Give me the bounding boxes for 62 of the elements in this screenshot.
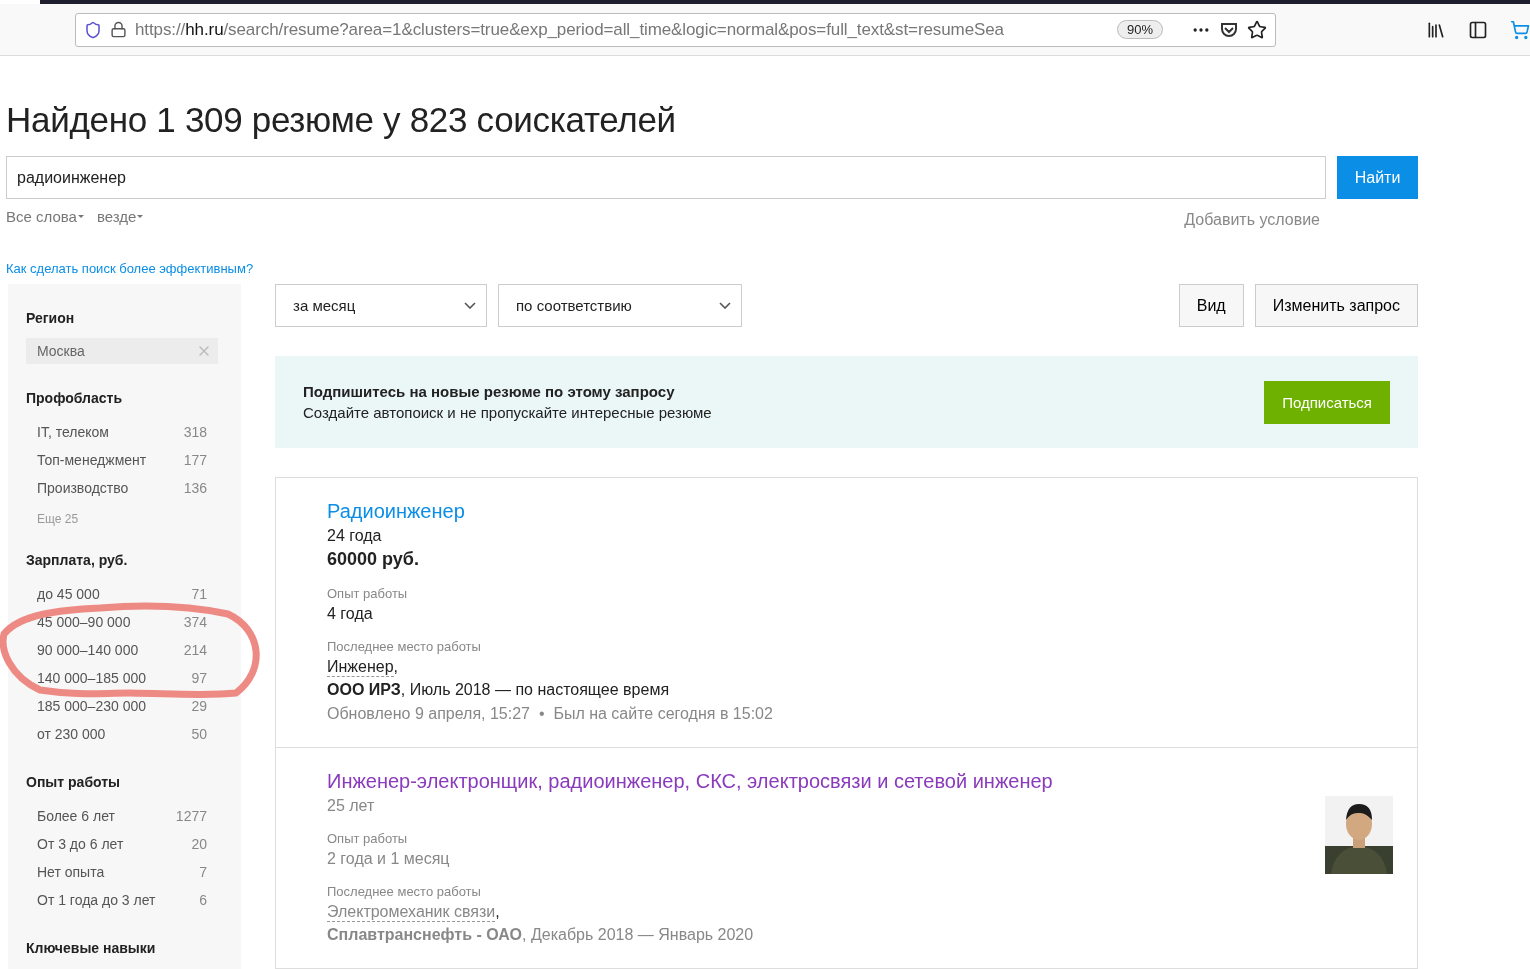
caret-icon (136, 213, 145, 219)
lock-icon (110, 21, 127, 38)
filter-title: Ключевые навыки (26, 940, 157, 956)
age-text: 25 лет (327, 797, 376, 815)
filter-item[interactable]: 185 000–230 000 29 (26, 692, 207, 720)
shield-icon[interactable] (84, 20, 102, 39)
filter-item[interactable]: 90 000–140 000 214 (26, 636, 207, 664)
zoom-badge[interactable]: 90% (1116, 20, 1163, 39)
filter-item[interactable]: от 230 000 50 (26, 720, 207, 748)
experience-text: 2 года и 1 месяц (327, 850, 451, 868)
filter-item[interactable]: От 1 года до 3 лет 6 (26, 886, 207, 914)
region-tag[interactable]: Москва (26, 338, 218, 364)
filter-item[interactable]: до 45 000 71 (26, 580, 207, 608)
resume-title-link[interactable]: Инженер-электронщик, радиоинженер, СКС, электросвязи и сетевой инженер (327, 770, 1053, 793)
age-text: 24 года (327, 527, 383, 545)
help-link[interactable]: Как сделать поиск более эффективным? (6, 261, 1530, 276)
filter-item[interactable]: Производство 136 (26, 474, 207, 502)
comma-text: , (393, 658, 399, 677)
chevron-down-icon (464, 302, 476, 309)
position-link[interactable]: Электромеханик связи (327, 903, 496, 922)
caret-icon (76, 213, 85, 219)
filter-item[interactable]: Топ-менеджмент 177 (26, 446, 207, 474)
field-label: Последнее место работы (327, 884, 482, 899)
toolbar-button[interactable]: Вид (1178, 284, 1244, 327)
filter-title: Регион (26, 310, 76, 326)
separator-text: • (538, 705, 545, 722)
filter-title: Опыт работы (26, 774, 122, 790)
salary-text: 60000 руб. (327, 549, 420, 570)
filter-item[interactable]: 45 000–90 000 374 (26, 608, 207, 636)
experience-text: 4 года (327, 605, 374, 623)
address-bar[interactable]: https://hh.ru/search/resume?area=1&clusters=true&exp_period=all_time&logic=normal&pos=full_text&st=resumeSea 90% (75, 12, 1276, 47)
sidebar-icon[interactable] (1468, 19, 1488, 40)
url-text: https://hh.ru/search/resume?area=1&clusters=true&exp_period=all_time&logic=normal&pos=full_text&st=resumeSea (135, 19, 1005, 40)
sort-dropdown[interactable]: по соответствию (498, 284, 742, 327)
filter-item[interactable]: 140 000–185 000 97 (26, 664, 207, 692)
comma-text: , (495, 903, 500, 922)
filter-item[interactable]: IT, телеком 318 (26, 418, 207, 446)
star-icon[interactable] (1247, 19, 1267, 40)
sort-dropdown[interactable]: за месяц (275, 284, 487, 327)
position-link[interactable]: Инженер (327, 658, 394, 677)
banner-title: Подпишитесь на новые резюме по этому запросу (303, 383, 676, 400)
cart-icon[interactable] (1510, 19, 1530, 40)
search-field[interactable]: радиоинженер (6, 156, 1326, 199)
banner-text: Создайте автопоиск и не пропускайте интересные резюме (303, 404, 712, 421)
filter-item[interactable]: От 3 до 6 лет 20 (26, 830, 207, 858)
company-text: ООО ИРЗ, Июль 2018 — по настоящее время (327, 681, 670, 699)
filter-item[interactable]: Более 6 лет 1277 (26, 802, 207, 830)
field-label: Опыт работы (327, 831, 409, 846)
search-option-dropdown[interactable]: Все слова (6, 203, 85, 229)
field-label: Опыт работы (327, 586, 409, 601)
add-condition-link[interactable]: Добавить условие (1184, 211, 1320, 229)
chevron-down-icon (719, 302, 731, 309)
field-label: Последнее место работы (327, 639, 482, 654)
updated-text: Обновлено 9 апреля, 15:27 (327, 705, 530, 722)
filter-title: Зарплата, руб. (26, 552, 129, 568)
filter-item[interactable]: Нет опыта 7 (26, 858, 207, 886)
page-heading: Найдено 1 309 резюме у 823 соискателей (6, 100, 677, 140)
online-text: Был на сайте сегодня в 15:02 (553, 705, 773, 722)
company-text: Сплавтранснефть - ОАО, Декабрь 2018 — Январь 2020 (327, 926, 754, 944)
search-option-dropdown[interactable]: везде (96, 203, 145, 229)
toolbar-button[interactable]: Изменить запрос (1254, 284, 1418, 327)
filter-title: Профобласть (26, 390, 123, 406)
